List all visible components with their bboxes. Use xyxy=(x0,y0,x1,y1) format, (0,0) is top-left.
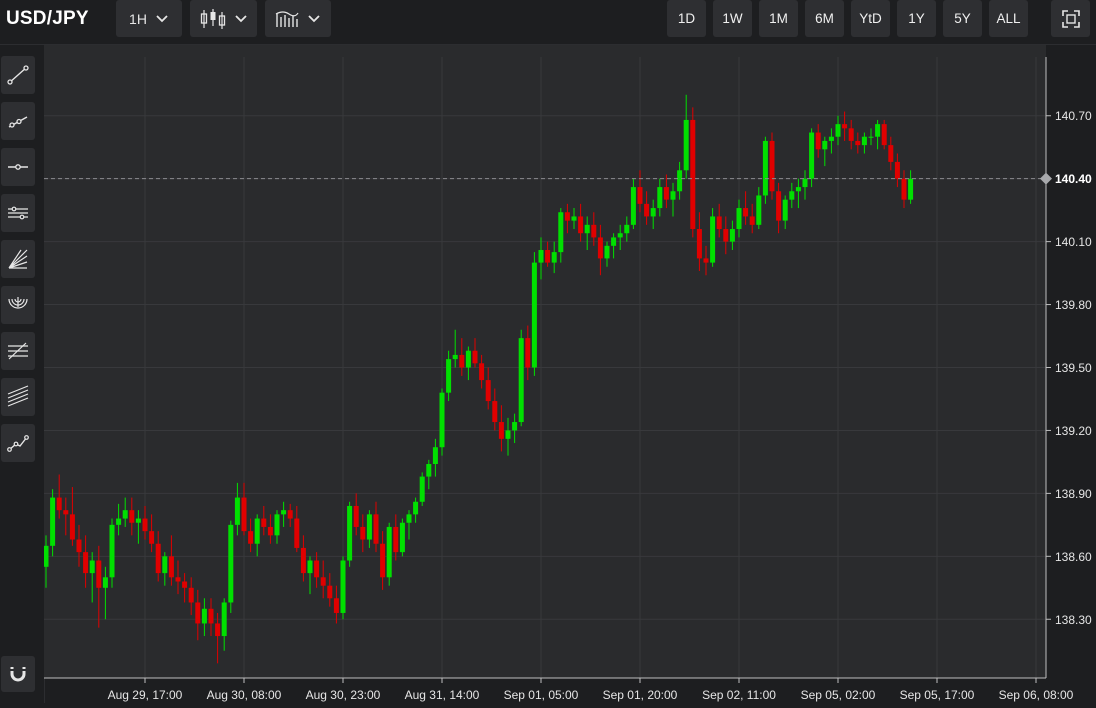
range-6m[interactable]: 6M xyxy=(805,0,844,37)
candle-72 xyxy=(518,329,524,427)
tool-parallel-channel[interactable] xyxy=(1,194,35,232)
chevron-down-icon xyxy=(234,14,247,22)
range-all[interactable]: ALL xyxy=(989,0,1028,37)
chevron-down-icon xyxy=(308,14,320,22)
y-tick-label-3: 139.20 xyxy=(1055,424,1092,438)
candle-110 xyxy=(769,132,775,200)
tool-path-line[interactable] xyxy=(1,424,35,462)
candle-28 xyxy=(228,520,234,613)
candle-109 xyxy=(762,136,768,204)
symbol-title[interactable]: USD/JPY xyxy=(6,8,89,30)
chart-type-selector[interactable] xyxy=(190,0,257,37)
y-tick-label-1: 138.60 xyxy=(1055,550,1092,564)
tool-horizontal-line[interactable] xyxy=(1,148,35,186)
path-line-icon xyxy=(7,435,29,452)
x-axis: Aug 29, 17:00 Aug 30, 08:00 Aug 30, 23:00 A… xyxy=(108,678,1074,702)
candle-52 xyxy=(386,522,392,586)
indicators-icon xyxy=(275,10,299,27)
y-tick-label-6: 140.10 xyxy=(1055,235,1092,249)
horizontal-line-icon xyxy=(8,164,28,170)
x-tick-label-5: Sep 01, 20:00 xyxy=(603,688,678,702)
current-price-label: 140.40 xyxy=(1055,172,1092,186)
x-tick-label-4: Sep 01, 05:00 xyxy=(504,688,579,702)
tool-fan-lines[interactable] xyxy=(1,240,35,278)
x-tick-label-3: Aug 31, 14:00 xyxy=(405,688,480,702)
range-ytd[interactable]: YtD xyxy=(851,0,890,37)
candle-74 xyxy=(531,252,537,376)
candle-101 xyxy=(710,208,716,267)
candle-57 xyxy=(419,472,425,506)
range-5y[interactable]: 5Y xyxy=(943,0,982,37)
candle-60 xyxy=(439,388,445,456)
x-tick-label-2: Aug 30, 23:00 xyxy=(306,688,381,702)
x-tick-label-1: Aug 30, 08:00 xyxy=(207,688,282,702)
y-tick-label-0: 138.30 xyxy=(1055,613,1092,627)
candle-98 xyxy=(690,107,696,238)
tool-fibonacci-channel[interactable] xyxy=(1,378,35,416)
trend-line-icon xyxy=(7,65,29,85)
interval-label: 1H xyxy=(129,10,147,27)
range-1d[interactable]: 1D xyxy=(667,0,706,37)
x-tick-label-9: Sep 06, 08:00 xyxy=(999,688,1074,702)
range-1y[interactable]: 1Y xyxy=(897,0,936,37)
y-axis: 138.30 138.60 138.90 139.20 139.50 139.80 140.… xyxy=(1046,109,1092,627)
tool-ray-line[interactable] xyxy=(1,102,35,140)
range-1w[interactable]: 1W xyxy=(713,0,752,37)
x-tick-label-7: Sep 05, 02:00 xyxy=(801,688,876,702)
candlestick-icon xyxy=(200,8,225,29)
fan-lines-icon xyxy=(8,249,28,269)
tool-trend-line[interactable] xyxy=(1,56,35,94)
fibonacci-retracement-icon xyxy=(8,342,28,360)
x-tick-label-6: Sep 02, 11:00 xyxy=(702,688,776,702)
interval-selector[interactable]: 1H xyxy=(116,0,182,37)
y-tick-label-4: 139.50 xyxy=(1055,361,1092,375)
chevron-down-icon xyxy=(156,14,168,22)
drawing-tools-sidebar xyxy=(0,45,45,703)
y-tick-label-5: 139.80 xyxy=(1055,298,1092,312)
toolbar: USD/JPY 1H 1D 1W 1M 6M YtD 1Y 5Y ALL xyxy=(0,0,1096,45)
y-tick-label-2: 138.90 xyxy=(1055,487,1092,501)
tool-fibonacci-arc[interactable] xyxy=(1,286,35,324)
x-tick-label-0: Aug 29, 17:00 xyxy=(108,688,183,702)
chart-canvas[interactable]: 138.30 138.60 138.90 139.20 139.50 139.80 140.… xyxy=(43,45,1096,703)
fibonacci-channel-icon xyxy=(7,385,29,407)
candle-54 xyxy=(399,518,405,557)
candle-46 xyxy=(347,501,353,567)
indicators-selector[interactable] xyxy=(265,0,331,37)
fibonacci-arc-icon xyxy=(8,297,28,309)
tool-fibonacci-retracement[interactable] xyxy=(1,332,35,370)
range-1m[interactable]: 1M xyxy=(759,0,798,37)
magnet-icon xyxy=(10,667,26,682)
tool-magnet[interactable] xyxy=(1,656,35,692)
fullscreen-button[interactable] xyxy=(1051,0,1090,37)
ray-line-icon xyxy=(8,116,28,128)
plot-area xyxy=(44,45,1046,678)
candle-127 xyxy=(881,119,887,150)
parallel-channel-icon xyxy=(8,206,28,220)
y-tick-label-8: 140.70 xyxy=(1055,109,1092,123)
fullscreen-icon xyxy=(1061,9,1080,28)
price-chart[interactable]: 138.30 138.60 138.90 139.20 139.50 139.80 140.… xyxy=(43,45,1096,703)
x-tick-label-8: Sep 05, 17:00 xyxy=(900,688,975,702)
candle-45 xyxy=(340,556,346,620)
